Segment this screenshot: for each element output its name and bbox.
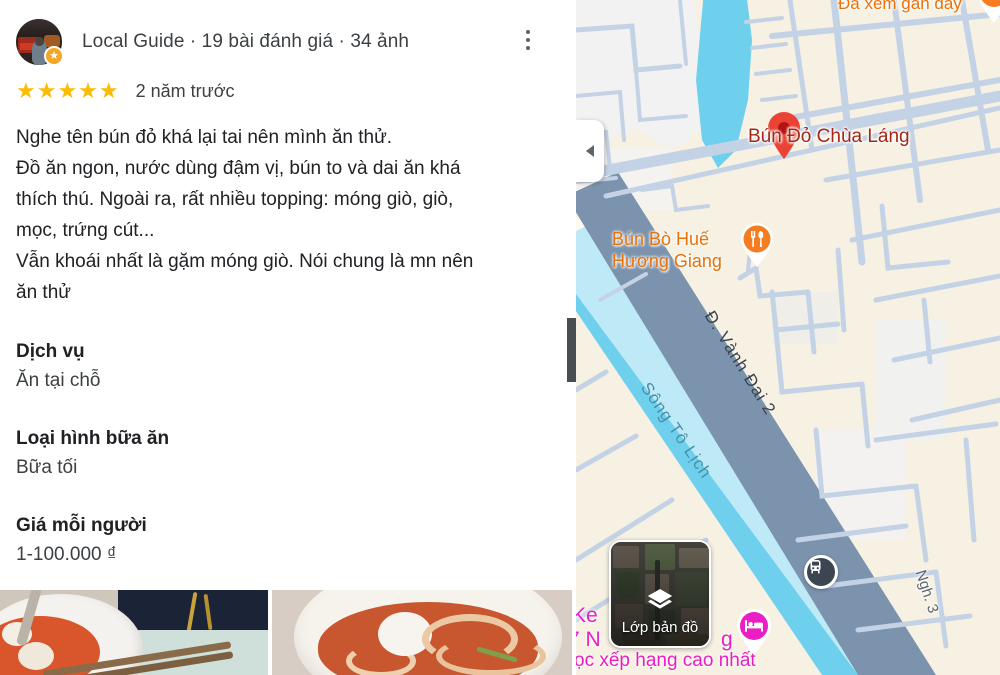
map-layers-icon [646,586,674,614]
restaurant-fork-knife-icon[interactable] [738,222,776,268]
hotel-bed-icon[interactable] [734,608,774,656]
review-photo[interactable] [272,590,572,675]
attribute-service: Dịch vụ Ăn tại chỗ [16,338,560,395]
attribute-title: Giá mỗi người [16,515,147,536]
collapse-panel-left-icon[interactable] [576,120,604,182]
attribute-meal-type: Loại hình bữa ăn Bữa tối [16,425,560,482]
reviewer-meta: Local Guide · 19 bài đánh giá · 34 ảnh [82,31,410,52]
rating-row: ★★★★★ 2 năm trước [16,74,560,108]
attribute-title: Dịch vụ [16,341,85,362]
map-layers-button[interactable]: Lớp bản đồ [609,540,711,648]
attribute-value: 1-100.000 ₫ [16,544,117,565]
review-text-line: thích thú. Ngoài ra, rất nhiều topping: … [16,189,454,210]
google-maps-review-screen: ★ Local Guide · 19 bài đánh giá · 34 ảnh… [0,0,1000,675]
map-view[interactable]: Sông Tô Lịch Đ. Vành Đai 2 Bún Đỏ Chùa L… [576,0,1000,675]
attribute-title: Loại hình bữa ăn [16,428,170,449]
reviewer-header: ★ Local Guide · 19 bài đánh giá · 34 ảnh [16,0,560,76]
map-layers-label: Lớp bản đồ [621,619,699,636]
attribute-value: Bữa tối [16,457,78,478]
review-content: ★ Local Guide · 19 bài đánh giá · 34 ảnh… [0,0,576,569]
recently-viewed-marker[interactable] [974,0,1000,24]
map-pin-marker[interactable] [766,112,802,160]
transit-station-icon[interactable] [804,555,838,589]
avatar[interactable]: ★ [16,19,64,66]
review-text-line: mọc, trứng cút... [16,220,155,241]
attribute-price-per-person: Giá mỗi người 1-100.000 ₫ [16,512,560,569]
review-photo-strip [0,590,576,675]
review-text-line: Vẫn khoái nhất là gặm móng giò. Nói chun… [16,251,474,272]
review-text-line: ăn thử [16,282,71,303]
attribute-value: Ăn tại chỗ [16,370,101,391]
review-text: Nghe tên bún đỏ khá lại tai nên mình ăn … [16,122,536,308]
review-photo[interactable] [0,590,268,675]
review-text-line: Nghe tên bún đỏ khá lại tai nên mình ăn … [16,127,393,148]
review-timestamp: 2 năm trước [135,80,235,101]
local-guide-star-badge-icon: ★ [44,46,64,66]
star-rating: ★★★★★ [16,78,120,103]
chevron-left-icon [586,145,594,157]
kebab-menu-icon[interactable] [516,28,540,52]
review-panel: ★ Local Guide · 19 bài đánh giá · 34 ảnh… [0,0,576,675]
review-text-line: Đồ ăn ngon, nước dùng đậm vị, bún to và … [16,158,461,179]
scrollbar-thumb[interactable] [567,318,576,382]
panel-scrollbar[interactable] [567,0,576,675]
